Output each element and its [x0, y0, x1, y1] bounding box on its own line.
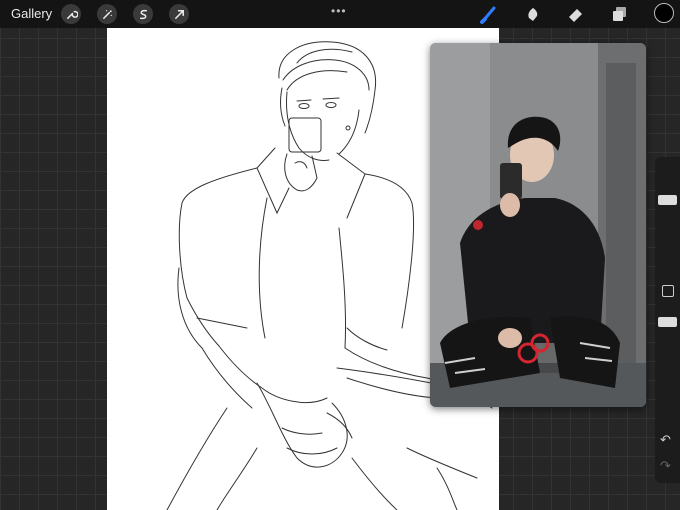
opacity-slider[interactable] [658, 317, 677, 327]
selection-button[interactable] [133, 4, 153, 24]
actions-button[interactable] [61, 4, 81, 24]
transform-button[interactable] [169, 4, 189, 24]
smudge-icon[interactable] [523, 4, 543, 24]
undo-button[interactable]: ↶ [660, 432, 671, 448]
brush-icon[interactable] [479, 4, 499, 24]
gallery-button[interactable]: Gallery [11, 6, 52, 21]
reference-photo [430, 43, 646, 407]
color-picker-button[interactable] [654, 3, 674, 23]
selection-icon [139, 9, 147, 19]
more-menu[interactable]: ••• [331, 4, 347, 18]
brush-size-slider[interactable] [658, 195, 677, 205]
redo-button[interactable]: ↷ [660, 458, 671, 474]
reference-image-panel[interactable] [430, 43, 646, 407]
eraser-icon[interactable] [566, 4, 586, 24]
magic-wand-icon [102, 9, 112, 19]
transform-arrow-icon [174, 9, 184, 19]
layers-icon[interactable] [610, 4, 630, 24]
modify-button[interactable] [662, 285, 674, 297]
adjustments-button[interactable] [97, 4, 117, 24]
top-toolbar: Gallery ••• [0, 0, 680, 28]
wrench-icon [66, 10, 78, 19]
